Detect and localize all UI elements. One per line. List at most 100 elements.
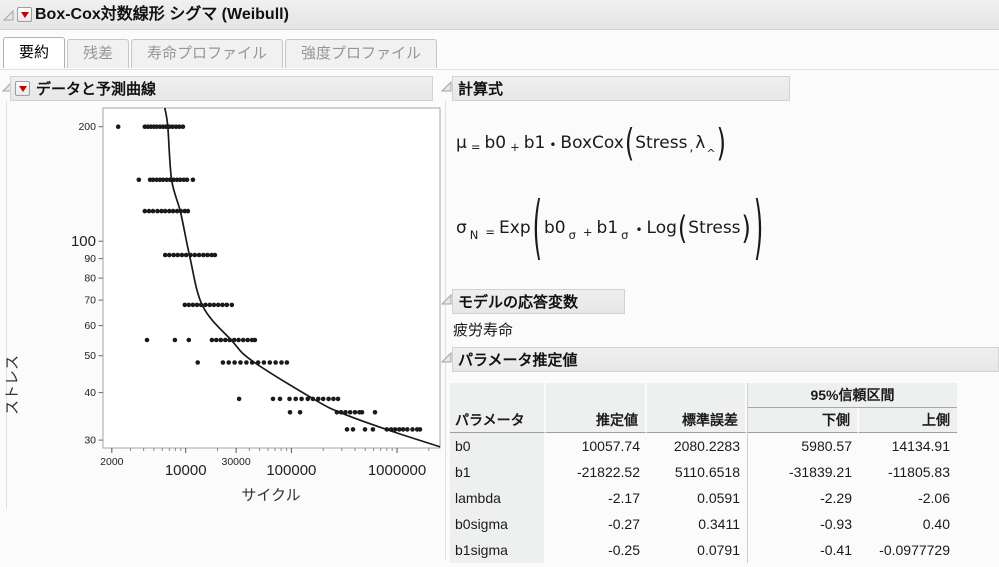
data-point [150,208,156,214]
formula-term: σ [456,218,467,238]
tab-3[interactable]: 強度プロファイル [285,39,438,68]
data-point [236,396,242,402]
data-point [192,252,198,258]
tab-1[interactable]: 残差 [67,39,130,68]
y-tick-label: 70 [84,295,96,307]
y-axis: 200 100 90 80 70 60 50 40 30 ストレス [4,121,103,447]
data-point [203,302,208,308]
data-point [179,252,185,258]
param-value-cell: -2.06 [918,490,950,506]
data-point [201,252,206,258]
paren-close: ) [753,187,764,269]
section-title: モデルの応答変数 [458,294,579,311]
tab-0[interactable]: 要約 [3,37,66,68]
outline-disclosure-icon[interactable] [441,81,452,92]
data-point [255,360,261,365]
data-point [316,396,321,402]
data-point [212,252,218,258]
paren-open: ( [624,121,635,165]
data-point [196,252,202,258]
param-value-cell: -21822.52 [576,464,640,480]
paren-close: ) [716,121,726,165]
data-point [224,302,230,308]
data-point [231,337,237,343]
data-point [184,177,190,183]
data-point [293,396,299,402]
paren-open: ( [532,187,542,269]
red-triangle-menu-button[interactable] [17,7,32,22]
x-axis-title: サイクル [241,487,300,504]
data-point [417,427,423,432]
param-value-cell: 0.0791 [697,542,740,558]
section-title: 計算式 [458,81,504,98]
formula-term: Stress [688,218,741,238]
data-point [211,302,217,308]
param-value-cell: -11805.83 [887,464,950,480]
data-point [215,302,221,308]
data-point [279,360,284,365]
formula-term: b1 [596,218,619,238]
param-value-cell: -0.93 [747,511,859,537]
data-point [244,360,249,365]
x-tick-label: 10000 [165,462,207,479]
outline-disclosure-icon[interactable] [441,352,452,363]
data-point [207,302,213,308]
y-tick-label: 90 [84,253,96,265]
data-point [384,427,390,432]
param-value-cell: 0.0591 [697,490,740,506]
data-point [170,208,176,214]
data-point [136,177,142,183]
formula-operator: = [470,140,481,154]
section-header-response[interactable]: モデルの応答変数 [452,289,625,314]
data-point [218,337,224,343]
data-point [190,302,196,308]
data-point [144,337,150,343]
param-value-cell: -0.41 [747,537,859,563]
red-triangle-menu-button[interactable] [15,81,30,96]
section-header-estimates[interactable]: パラメータ推定値 [452,347,999,372]
scatter-plot[interactable]: 200 100 90 80 70 60 50 40 30 ストレス 2000 10000 30000 10… [0,100,443,512]
data-point [171,252,176,258]
data-point [188,252,193,258]
data-point [350,427,356,432]
param-value-cell: -2.29 [747,485,859,511]
section-header-data-plot[interactable]: データと予測曲線 [10,76,433,101]
data-point [172,337,178,343]
data-point [277,396,283,402]
data-point [352,410,358,415]
data-point [287,396,292,402]
param-value-cell: 0.3411 [698,516,740,532]
data-point [297,410,303,415]
param-name-cell: b1sigma [450,537,546,563]
data-point [284,360,290,365]
param-name-cell: b1 [450,459,546,485]
response-variable-value: 疲労寿命 [453,322,514,339]
tab-2[interactable]: 寿命プロファイル [131,39,284,68]
data-point [344,427,350,432]
formula-operator: , [689,140,694,154]
data-point [347,410,353,415]
data-point [214,337,219,343]
column-header: 下側 [747,408,859,433]
data-point [410,427,415,432]
section-header-formula[interactable]: 計算式 [452,76,790,101]
data-point [229,302,235,308]
param-value-cell: 5110.6518 [674,464,740,480]
red-triangle-icon [20,12,29,18]
y-tick-label: 200 [78,121,96,133]
data-point [305,396,311,402]
data-point [182,302,188,308]
y-tick-label: 80 [84,273,96,285]
param-name-cell: b0sigma [450,511,546,537]
data-point [362,427,368,432]
data-point [195,360,200,365]
data-point [334,410,340,415]
formula-operator: + [582,225,593,239]
param-value-cell: -31839.21 [747,459,859,485]
outline-disclosure-icon[interactable] [3,10,14,21]
data-point [209,337,215,343]
data-point [392,427,398,432]
data-point [240,337,246,343]
outline-disclosure-icon[interactable] [441,294,452,305]
formula-subscript: N [469,228,479,242]
